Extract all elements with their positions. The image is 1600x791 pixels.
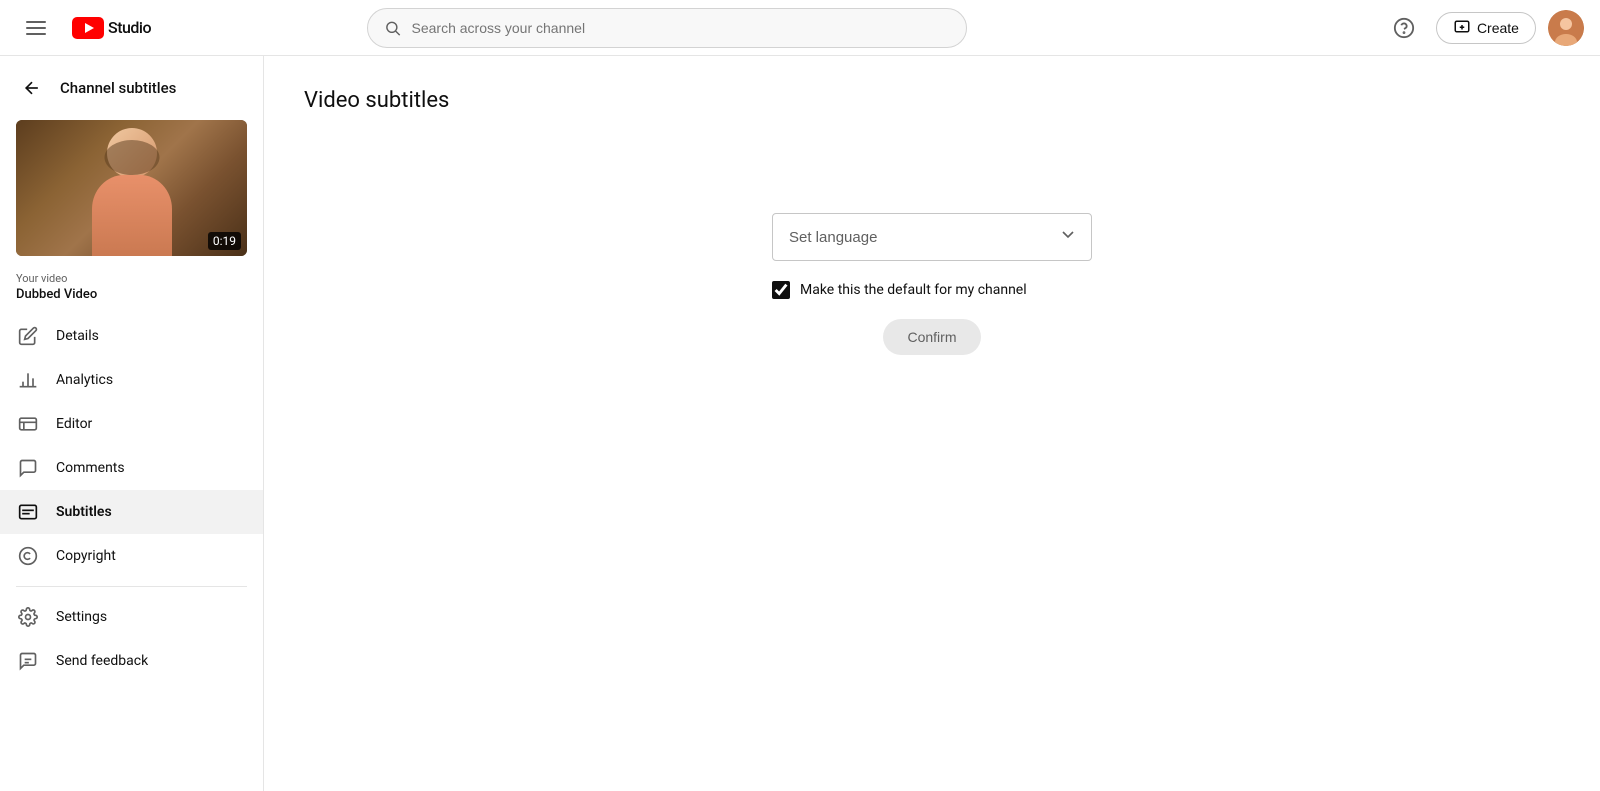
sidebar-header: Channel subtitles [0, 56, 263, 112]
sidebar: Channel subtitles 0:19 Your video Dubbed… [0, 56, 264, 791]
copyright-icon [16, 544, 40, 568]
video-duration: 0:19 [208, 232, 241, 250]
editor-icon [16, 412, 40, 436]
nav-items: Details Analytics [0, 314, 263, 578]
checkbox-label[interactable]: Make this the default for my channel [800, 282, 1027, 298]
default-channel-checkbox[interactable] [772, 281, 790, 299]
create-button[interactable]: Create [1436, 12, 1536, 44]
hamburger-button[interactable] [16, 8, 56, 48]
details-label: Details [56, 328, 99, 344]
language-form: Set language English Spanish French Germ… [304, 213, 1560, 355]
search-form [367, 8, 967, 48]
gear-icon [16, 605, 40, 629]
sidebar-item-send-feedback[interactable]: Send feedback [0, 639, 263, 683]
top-navigation: Studio Create [0, 0, 1600, 56]
main-layout: Channel subtitles 0:19 Your video Dubbed… [0, 56, 1600, 791]
sidebar-item-analytics[interactable]: Analytics [0, 358, 263, 402]
feedback-icon [16, 649, 40, 673]
sidebar-item-details[interactable]: Details [0, 314, 263, 358]
hamburger-icon [22, 17, 50, 39]
back-arrow-icon [22, 78, 42, 98]
sidebar-divider [16, 586, 247, 587]
search-input[interactable] [412, 20, 951, 36]
analytics-icon [16, 368, 40, 392]
sidebar-item-settings[interactable]: Settings [0, 595, 263, 639]
main-content: Video subtitles Set language English Spa… [264, 56, 1600, 791]
language-select[interactable]: Set language English Spanish French Germ… [772, 213, 1092, 261]
language-select-wrapper: Set language English Spanish French Germ… [772, 213, 1092, 261]
studio-label: Studio [108, 18, 151, 37]
sidebar-item-copyright[interactable]: Copyright [0, 534, 263, 578]
send-feedback-label: Send feedback [56, 653, 148, 669]
subtitles-icon [16, 500, 40, 524]
your-video-label: Your video [16, 272, 247, 285]
avatar-icon [1548, 10, 1584, 46]
user-avatar[interactable] [1548, 10, 1584, 46]
settings-label: Settings [56, 609, 107, 625]
page-title: Video subtitles [304, 88, 1560, 113]
subtitles-label: Subtitles [56, 504, 112, 520]
help-icon [1393, 17, 1415, 39]
nav-right: Create [1384, 8, 1584, 48]
video-info: Your video Dubbed Video [0, 272, 263, 314]
pencil-icon [16, 324, 40, 348]
back-button[interactable] [16, 72, 48, 104]
editor-label: Editor [56, 416, 92, 432]
sidebar-item-editor[interactable]: Editor [0, 402, 263, 446]
checkbox-row: Make this the default for my channel [772, 281, 1092, 299]
sidebar-item-subtitles[interactable]: Subtitles [0, 490, 263, 534]
confirm-button[interactable]: Confirm [883, 319, 980, 355]
comments-icon [16, 456, 40, 480]
help-button[interactable] [1384, 8, 1424, 48]
logo-link[interactable]: Studio [72, 17, 151, 39]
comments-label: Comments [56, 460, 125, 476]
copyright-label: Copyright [56, 548, 116, 564]
youtube-logo-icon [72, 17, 104, 39]
sidebar-bottom-items: Settings Send feedback [0, 595, 263, 683]
search-icon [384, 19, 401, 37]
search-bar [367, 8, 967, 48]
avatar-image [1548, 10, 1584, 46]
sidebar-title: Channel subtitles [60, 79, 176, 97]
sidebar-item-comments[interactable]: Comments [0, 446, 263, 490]
video-name: Dubbed Video [16, 287, 247, 302]
create-label: Create [1477, 20, 1519, 36]
create-plus-icon [1453, 19, 1471, 37]
video-thumbnail[interactable]: 0:19 [16, 120, 247, 256]
nav-left: Studio [16, 8, 151, 48]
analytics-label: Analytics [56, 372, 113, 388]
